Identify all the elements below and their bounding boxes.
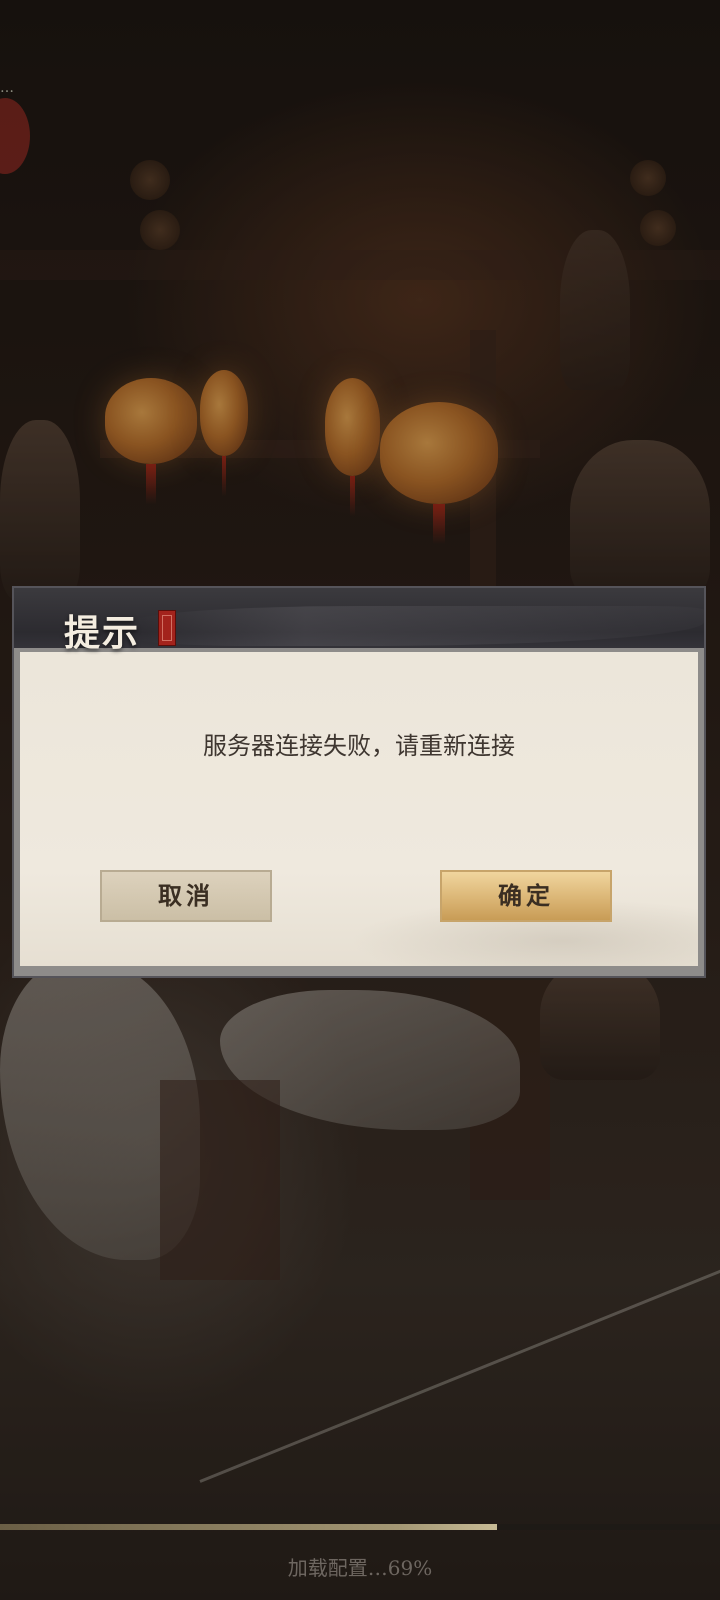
loading-progress-fill <box>0 1524 497 1530</box>
alert-dialog: 提示 服务器连接失败，请重新连接 取消 确定 <box>12 586 706 978</box>
dialog-title: 提示 <box>64 612 141 654</box>
dialog-message: 服务器连接失败，请重新连接 <box>203 732 515 760</box>
dialog-body: 服务器连接失败，请重新连接 取消 确定 <box>12 648 706 978</box>
dialog-paper: 服务器连接失败，请重新连接 取消 确定 <box>20 652 698 966</box>
loading-progress-bar <box>0 1524 720 1530</box>
red-seal-icon <box>158 610 176 646</box>
confirm-button[interactable]: 确定 <box>440 870 612 922</box>
cancel-button[interactable]: 取消 <box>100 870 272 922</box>
loading-status-text: 加载配置…69% <box>287 1556 433 1580</box>
